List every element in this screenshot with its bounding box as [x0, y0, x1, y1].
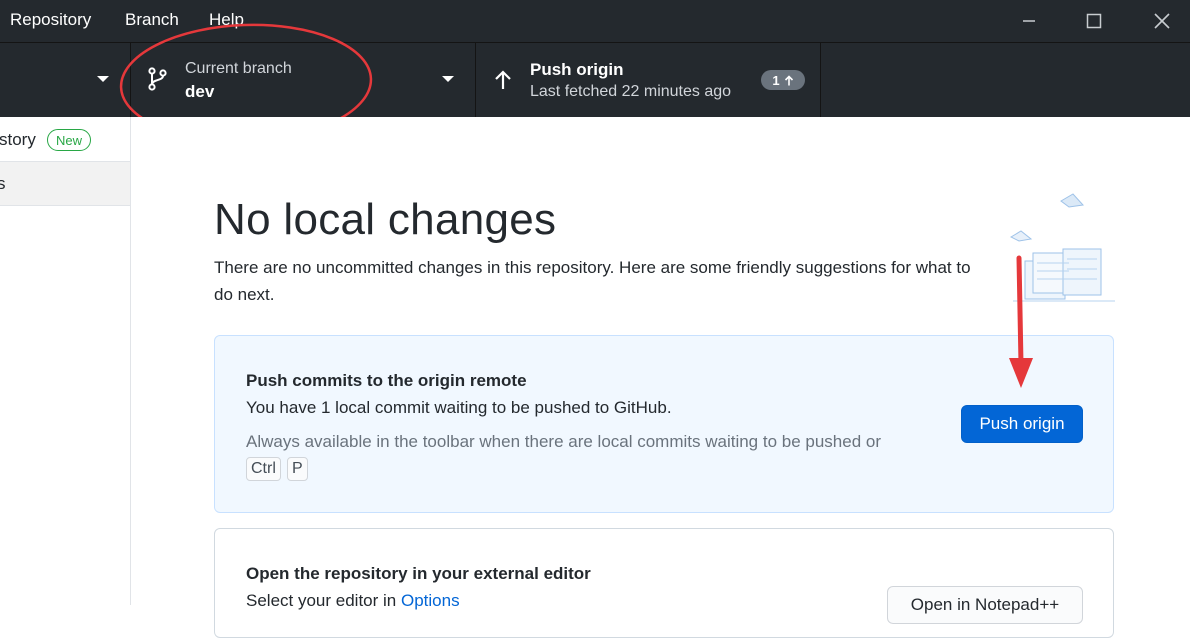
arrow-up-icon: [495, 70, 511, 89]
push-commits-card: Push commits to the origin remote You ha…: [214, 335, 1114, 513]
title-bar: Repository Branch Help: [0, 0, 1190, 42]
push-card-text: You have 1 local commit waiting to be pu…: [246, 398, 672, 417]
close-icon: [1154, 13, 1170, 29]
editor-card-text-prefix: Select your editor in: [246, 591, 397, 610]
current-branch-value: dev: [185, 82, 215, 101]
push-origin-toolbar-button[interactable]: Push origin Last fetched 22 minutes ago …: [476, 43, 821, 118]
paper-stack-illustration: [1009, 193, 1115, 302]
editor-card-text: Select your editor in Options: [246, 591, 460, 611]
menu-repository[interactable]: Repository: [10, 10, 91, 30]
last-fetched-text: Last fetched 22 minutes ago: [530, 83, 732, 100]
menu-help[interactable]: Help: [209, 10, 244, 30]
minimize-button[interactable]: [1006, 0, 1052, 42]
current-branch-selector[interactable]: Current branch dev: [131, 43, 476, 118]
push-card-hint: Always available in the toolbar when the…: [246, 432, 882, 451]
menu-branch[interactable]: Branch: [125, 10, 179, 30]
close-button[interactable]: [1139, 0, 1185, 42]
toolbar: Current branch dev Push origin Last fetc…: [0, 42, 1190, 118]
push-origin-label: Push origin: [530, 60, 624, 79]
tab-changes-label: s: [0, 174, 6, 193]
current-branch-label: Current branch: [185, 60, 292, 77]
ahead-count: 1: [772, 72, 780, 88]
page-description: There are no uncommitted changes in this…: [214, 258, 971, 304]
options-link[interactable]: Options: [401, 591, 460, 610]
arrow-up-icon: [784, 74, 793, 85]
push-origin-button[interactable]: Push origin: [961, 405, 1083, 443]
minimize-icon: [1023, 20, 1035, 22]
chevron-down-icon: [442, 76, 454, 82]
repository-selector[interactable]: [0, 43, 131, 118]
tab-changes[interactable]: s: [0, 162, 130, 206]
chevron-down-icon: [97, 76, 109, 82]
open-in-editor-button[interactable]: Open in Notepad++: [887, 586, 1083, 624]
main-content: No local changes There are no uncommitte…: [131, 117, 1190, 638]
tab-history-label: story: [0, 130, 36, 149]
push-card-title: Push commits to the origin remote: [246, 371, 527, 390]
shortcut-key-p: P: [287, 457, 308, 481]
sidebar: story New s: [0, 117, 131, 605]
ahead-count-badge: 1: [761, 70, 805, 90]
maximize-icon: [1086, 13, 1102, 29]
branch-icon: [148, 67, 167, 91]
maximize-button[interactable]: [1071, 0, 1117, 42]
open-editor-card: Open the repository in your external edi…: [214, 528, 1114, 638]
page-title: No local changes: [214, 195, 557, 244]
shortcut-key-ctrl: Ctrl: [246, 457, 281, 481]
new-badge: New: [47, 129, 92, 151]
editor-card-title: Open the repository in your external edi…: [246, 564, 591, 583]
tab-history[interactable]: story New: [0, 117, 130, 162]
